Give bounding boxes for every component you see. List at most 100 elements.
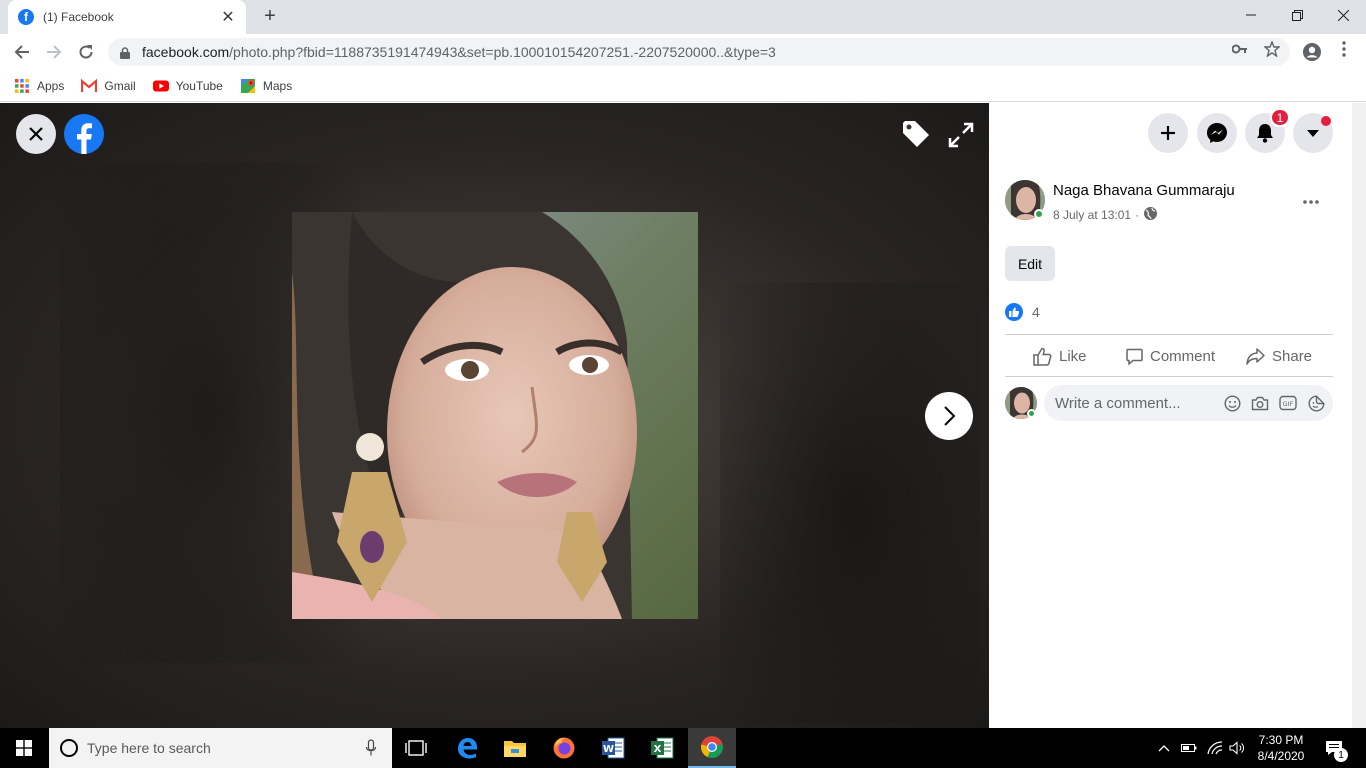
bookmarks-bar: Apps Gmail YouTube Maps [0,70,1366,102]
fullscreen-button[interactable] [944,118,978,152]
task-view-button[interactable] [392,728,440,768]
share-label: Share [1272,347,1313,365]
page-scrollbar[interactable] [1352,103,1366,728]
gif-icon[interactable]: GIF [1279,394,1297,412]
taskbar-clock[interactable]: 7:30 PM 8/4/2020 [1245,732,1317,764]
facebook-logo-icon [77,123,92,154]
reactions-summary[interactable]: 4 [1005,303,1040,321]
file-explorer-icon [504,741,526,757]
back-button[interactable] [10,40,34,64]
word-button[interactable]: W [589,728,637,768]
tab-close-icon[interactable]: ✕ [220,7,236,27]
chevron-up-icon [1158,745,1170,752]
microphone-icon[interactable] [365,739,377,757]
meta-separator: · [1135,208,1140,222]
svg-text:W: W [603,744,614,755]
edge-button[interactable] [443,728,491,768]
battery-indicator[interactable] [1180,728,1198,768]
divider [1005,376,1333,377]
tag-photo-button[interactable] [898,116,934,152]
comment-input[interactable] [1055,394,1215,412]
close-viewer-button[interactable] [16,114,56,154]
youtube-icon [152,78,169,94]
notification-count-badge: 1 [1270,108,1290,127]
reload-button[interactable] [74,40,98,64]
excel-button[interactable]: X [638,728,686,768]
network-indicator[interactable] [1206,728,1224,768]
chrome-icon [701,736,723,758]
like-count: 4 [1032,304,1040,320]
bookmark-star-icon[interactable] [1263,40,1281,58]
bookmark-maps[interactable]: Maps [240,78,292,94]
minimize-button[interactable] [1228,0,1274,30]
gmail-icon [81,78,98,94]
online-status-dot [1034,209,1044,219]
battery-icon [1181,744,1197,752]
edit-button[interactable]: Edit [1005,246,1055,281]
edge-icon [458,738,477,759]
bookmark-gmail[interactable]: Gmail [81,78,136,94]
emoji-icon[interactable] [1223,394,1241,412]
more-horizontal-icon [1303,200,1319,204]
create-button[interactable] [1148,113,1188,153]
comment-button[interactable]: Comment [1126,344,1215,368]
address-bar[interactable]: facebook.com/photo.php?fbid=118873519147… [108,38,1290,66]
restore-button[interactable] [1274,0,1320,30]
browser-toolbar: facebook.com/photo.php?fbid=118873519147… [0,34,1366,70]
bookmark-apps[interactable]: Apps [14,78,64,94]
post-meta: 8 July at 13:01 · [1053,206,1158,224]
comment-composer[interactable]: GIF [1044,385,1333,421]
start-button[interactable] [0,728,48,768]
facebook-home-logo[interactable] [64,114,104,154]
url-text: facebook.com/photo.php?fbid=118873519147… [142,44,776,60]
messenger-button[interactable] [1197,113,1237,153]
maps-icon [240,78,256,94]
cortana-circle-icon [60,739,78,757]
file-explorer-button[interactable] [491,728,539,768]
volume-indicator[interactable] [1228,728,1246,768]
show-hidden-icons-button[interactable] [1156,728,1172,768]
post-author-name[interactable]: Naga Bhavana Gummaraju [1053,182,1235,199]
clock-time: 7:30 PM [1258,733,1304,747]
clock-date: 8/4/2020 [1257,749,1305,763]
bookmark-label: Apps [37,78,65,93]
firefox-button[interactable] [540,728,588,768]
globe-icon [1143,206,1158,224]
forward-button[interactable] [42,40,66,64]
url-path: /photo.php?fbid=1188735191474943&set=pb.… [229,44,776,60]
url-host: facebook.com [142,44,230,60]
bookmark-youtube[interactable]: YouTube [152,78,223,94]
camera-icon[interactable] [1251,394,1269,412]
bookmark-label: Gmail [104,78,136,93]
password-key-icon[interactable] [1231,40,1249,58]
profile-icon[interactable] [1302,42,1322,62]
task-view-icon [405,740,427,756]
share-button[interactable]: Share [1246,344,1312,368]
plus-icon [1161,126,1175,140]
comment-label: Comment [1150,347,1216,365]
close-window-button[interactable] [1320,0,1366,30]
account-alert-dot [1321,116,1331,126]
browser-tab-strip: f (1) Facebook ✕ + [0,0,1366,34]
post-date[interactable]: 8 July at 13:01 [1053,208,1131,222]
caret-down-icon [1307,130,1319,137]
windows-taskbar: Type here to search W X 7:30 PM 8/4/2020… [0,728,1366,768]
chevron-right-icon [944,406,956,426]
facebook-favicon-icon: f [18,9,34,25]
browser-tab[interactable]: f (1) Facebook ✕ [8,0,246,34]
thumbs-up-icon [1033,347,1052,366]
excel-icon: X [651,737,674,759]
tag-icon [903,121,929,147]
chrome-taskbar-button[interactable] [688,728,736,768]
sticker-icon[interactable] [1307,394,1325,412]
action-center-badge: 1 [1334,748,1348,762]
lock-icon [120,46,130,59]
next-photo-button[interactable] [925,392,973,440]
taskbar-search-box[interactable]: Type here to search [49,728,392,768]
chrome-menu-icon[interactable] [1335,40,1353,58]
gif-text: GIF [1283,400,1294,408]
bookmark-label: YouTube [175,78,223,93]
like-button[interactable]: Like [1033,344,1087,368]
new-tab-button[interactable]: + [260,6,280,28]
post-options-button[interactable] [1303,188,1319,209]
